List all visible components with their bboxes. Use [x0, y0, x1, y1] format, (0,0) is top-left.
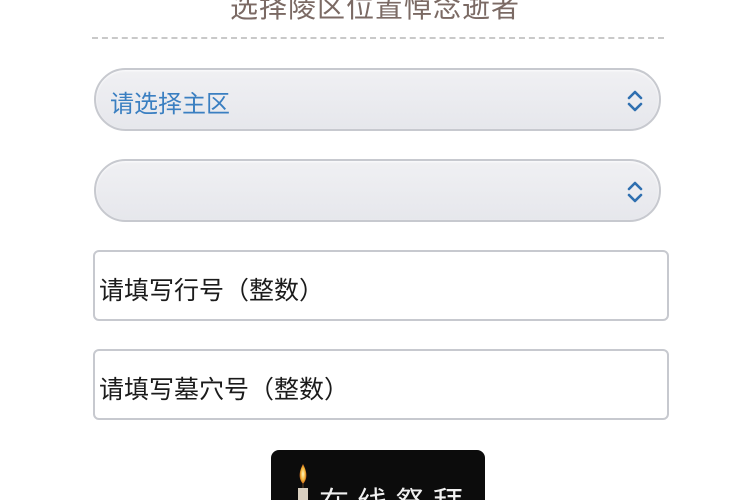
grave-number-placeholder: 请填写墓穴号（整数）: [99, 375, 350, 404]
dashed-divider: [92, 37, 664, 39]
main-area-select-value: 请选择主区: [110, 90, 230, 118]
grave-number-input[interactable]: 请填写墓穴号（整数）: [93, 349, 669, 420]
row-number-input[interactable]: 请填写行号（整数）: [93, 250, 669, 321]
row-number-placeholder: 请填写行号（整数）: [99, 276, 325, 305]
chevron-up-down-icon: [627, 90, 643, 112]
worship-form-page: 选择陵区位置悼念逝者 请选择主区 请填写行号（整数） 请填写墓穴号（整数）: [0, 0, 750, 500]
chevron-up-down-icon: [627, 181, 643, 203]
online-worship-label: 在线祭拜: [319, 478, 471, 500]
main-area-select[interactable]: 请选择主区: [94, 68, 661, 131]
candle-icon: [298, 464, 308, 500]
sub-area-select[interactable]: [94, 159, 661, 222]
online-worship-button[interactable]: 在线祭拜: [271, 450, 485, 500]
page-title: 选择陵区位置悼念逝者: [229, 0, 520, 24]
